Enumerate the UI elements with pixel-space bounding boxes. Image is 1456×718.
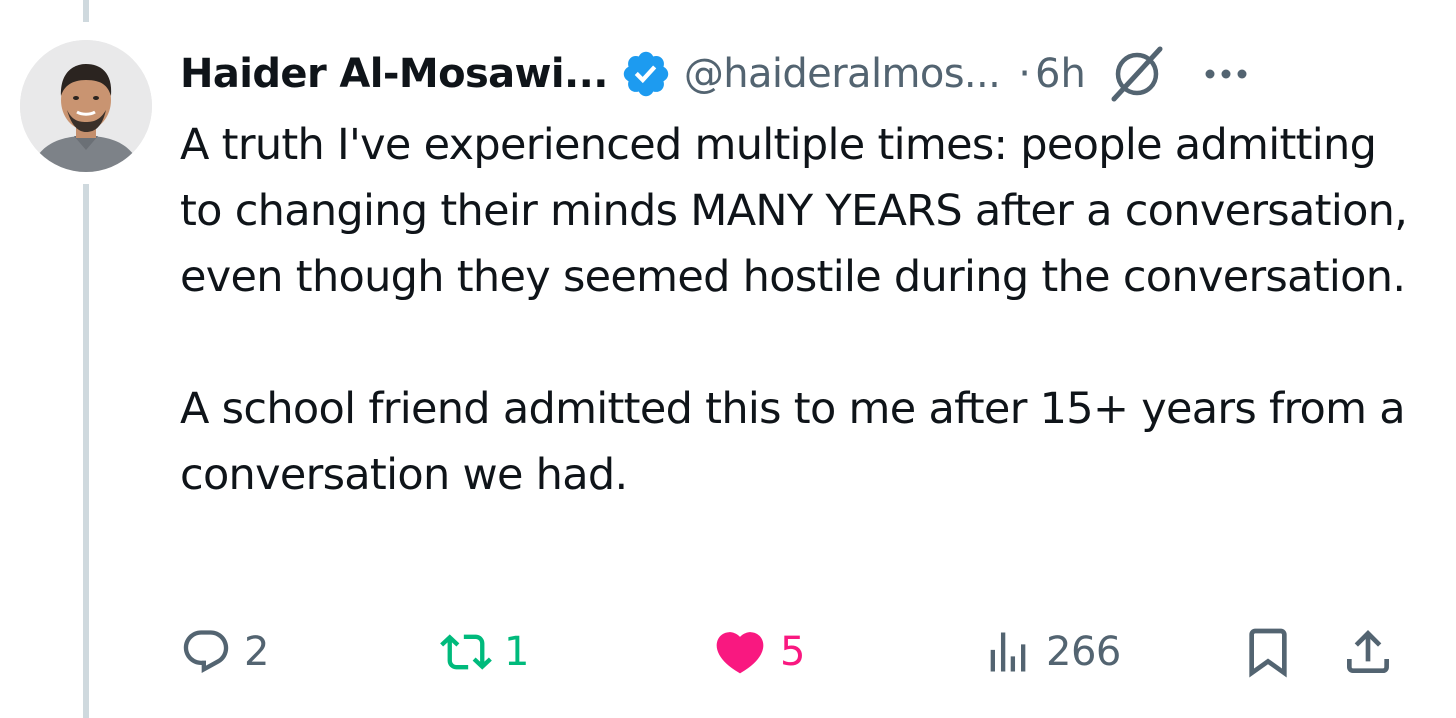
tweet-header: Haider Al-Mosawi... @haideralmos... · 6h xyxy=(180,44,1252,104)
tweet-paragraph-2: A school friend admitted this to me afte… xyxy=(180,384,1406,500)
share-icon xyxy=(1340,624,1396,680)
more-icon[interactable] xyxy=(1200,48,1252,100)
views-icon xyxy=(982,626,1034,678)
author-handle[interactable]: @haideralmos... xyxy=(684,51,1001,97)
like-button[interactable]: 5 xyxy=(712,612,805,692)
action-bar: 2 1 5 266 xyxy=(0,612,1456,692)
repost-count: 1 xyxy=(504,629,529,675)
tweet-paragraph-1: A truth I've experienced multiple times:… xyxy=(180,120,1408,302)
tweet-text: A truth I've experienced multiple times:… xyxy=(180,112,1430,508)
verified-badge-icon xyxy=(620,48,672,100)
avatar-image xyxy=(20,40,152,172)
grok-icon[interactable] xyxy=(1104,41,1170,107)
reply-count: 2 xyxy=(244,629,269,675)
heart-icon xyxy=(712,624,768,680)
reply-button[interactable]: 2 xyxy=(180,612,269,692)
separator-dot: · xyxy=(1018,51,1032,97)
avatar[interactable] xyxy=(20,40,152,172)
repost-icon xyxy=(440,626,492,678)
author-name[interactable]: Haider Al-Mosawi... xyxy=(180,51,608,97)
reply-icon xyxy=(180,626,232,678)
bookmark-button[interactable] xyxy=(1240,612,1296,692)
share-button[interactable] xyxy=(1340,612,1396,692)
like-count: 5 xyxy=(780,629,805,675)
thread-line-top xyxy=(83,0,89,22)
views-count: 266 xyxy=(1046,629,1121,675)
bookmark-icon xyxy=(1240,624,1296,680)
views-button[interactable]: 266 xyxy=(982,612,1121,692)
timestamp[interactable]: 6h xyxy=(1035,51,1086,97)
repost-button[interactable]: 1 xyxy=(440,612,529,692)
